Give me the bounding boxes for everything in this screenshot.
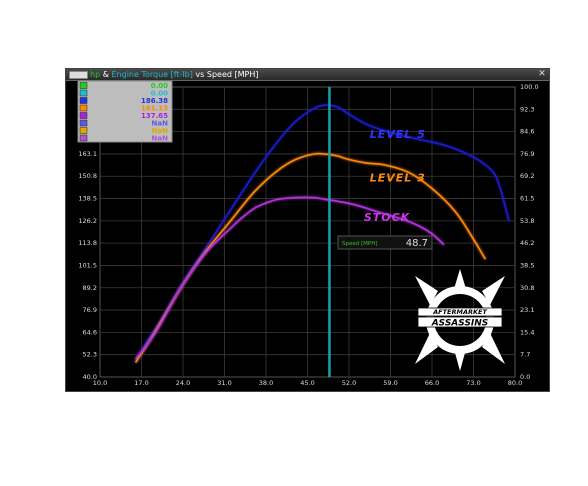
- legend: 0.000.00186.38161.13137.65NaNNaNNaN: [77, 80, 173, 143]
- svg-text:ASSASSINS: ASSASSINS: [431, 319, 489, 329]
- y-left-tick-label: 150.8: [78, 172, 97, 180]
- legend-swatch[interactable]: [79, 112, 88, 119]
- y-right-tick-label: 76.9: [520, 150, 534, 158]
- x-tick-label: 66.0: [425, 379, 439, 387]
- series-annotation-level-3: LEVEL 3: [370, 171, 426, 184]
- x-tick-label: 31.0: [217, 379, 231, 387]
- y-right-tick-label: 69.2: [520, 172, 534, 180]
- legend-swatch[interactable]: [79, 119, 88, 127]
- x-tick-label: 73.0: [466, 379, 480, 387]
- y-right-tick-label: 30.8: [520, 284, 534, 292]
- readout-value: 48.7: [406, 238, 428, 249]
- legend-value: NaN: [152, 135, 169, 143]
- y-left-tick-label: 76.9: [83, 306, 97, 314]
- x-tick-label: 45.0: [300, 379, 314, 387]
- dyno-chart-window: hp & Engine Torque [ft-lb] vs Speed [MPH…: [65, 68, 550, 392]
- svg-text:AFTERMARKET: AFTERMARKET: [432, 308, 487, 316]
- y-right-tick-label: 61.5: [520, 195, 534, 203]
- x-tick-label: 80.0: [508, 379, 522, 387]
- cursor-readout: Speed [MPH] 48.7: [337, 235, 433, 250]
- x-tick-label: 38.0: [259, 379, 273, 387]
- legend-swatch[interactable]: [79, 97, 88, 104]
- legend-swatch[interactable]: [79, 127, 88, 134]
- y-right-tick-label: 15.4: [520, 328, 534, 336]
- y-right-tick-label: 92.3: [520, 105, 534, 113]
- y-left-tick-label: 89.2: [83, 284, 97, 292]
- y-left-tick-label: 64.6: [83, 328, 97, 336]
- y-right-tick-label: 23.1: [520, 306, 534, 314]
- y-left-tick-label: 126.2: [78, 217, 97, 225]
- y-right-tick-label: 46.2: [520, 239, 534, 247]
- y-right-tick-label: 7.7: [520, 351, 530, 359]
- y-left-tick-label: 101.5: [78, 261, 97, 269]
- y-right-tick-label: 84.6: [520, 128, 534, 136]
- x-tick-label: 52.0: [342, 379, 356, 387]
- x-tick-label: 59.0: [383, 379, 397, 387]
- y-right-tick-label: 100.0: [520, 83, 539, 91]
- series-annotation-level-5: LEVEL 5: [370, 128, 426, 141]
- x-tick-label: 10.0: [93, 379, 107, 387]
- y-right-tick-label: 38.5: [520, 261, 534, 269]
- dyno-plot: 40.052.364.676.989.2101.5113.8126.2138.5…: [77, 80, 539, 387]
- legend-swatch[interactable]: [79, 104, 88, 112]
- y-left-tick-label: 163.1: [78, 150, 97, 158]
- readout-label: Speed [MPH]: [342, 241, 377, 247]
- legend-swatch[interactable]: [79, 134, 88, 142]
- y-left-tick-label: 52.3: [83, 351, 97, 359]
- y-left-tick-label: 113.8: [78, 239, 97, 247]
- x-tick-label: 24.0: [176, 379, 190, 387]
- series-annotation-stock: STOCK: [364, 211, 411, 224]
- x-tick-label: 17.0: [134, 379, 148, 387]
- legend-swatch[interactable]: [79, 82, 88, 89]
- y-right-tick-label: 53.8: [520, 217, 534, 225]
- legend-swatch[interactable]: [79, 89, 88, 97]
- y-left-tick-label: 138.5: [78, 195, 97, 203]
